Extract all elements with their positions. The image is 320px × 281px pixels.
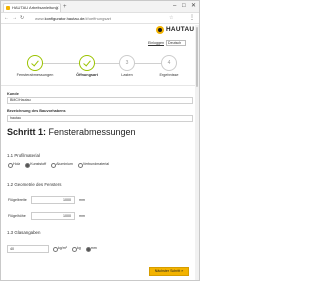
glas-radio-group: kg/m² kg mm (53, 246, 101, 252)
bauvorhaben-value: hautau (10, 116, 21, 120)
glas-heading: 1.3 Glasangaben (7, 230, 41, 235)
url-field[interactable]: www.konfigurator.hautau.de/#/oeffnungsar… (35, 15, 165, 22)
kunde-value: BMC/Hautau (10, 98, 31, 102)
back-icon[interactable]: ← (4, 15, 9, 22)
reload-icon[interactable]: ↻ (20, 15, 24, 22)
favicon-icon (6, 6, 10, 10)
radio-verbundmaterial[interactable]: Verbundmaterial (77, 162, 109, 168)
address-bar: ← → ↻ www.konfigurator.hautau.de/#/oeffn… (1, 13, 199, 24)
step-4-circle: 4 (161, 55, 177, 71)
stepper-track (33, 63, 168, 64)
kunde-label: Kunde (7, 92, 19, 96)
step-3-circle: 3 (119, 55, 135, 71)
radio-aluminium[interactable]: Aluminium (51, 162, 73, 168)
step-4-number: 4 (167, 60, 171, 66)
step-4-label: Ergebnisse (159, 73, 179, 77)
fluegelhoehe-input[interactable]: 1000 (31, 212, 75, 220)
radio-kg-m2[interactable]: kg/m² (53, 246, 67, 252)
radio-kg[interactable]: kg (71, 246, 81, 252)
language-select[interactable]: Deutsch (166, 40, 186, 46)
fluegelbreite-value: 1000 (63, 198, 71, 202)
step-1-label: Fensterabmessungen (16, 73, 54, 77)
step-title-text: Fensterabmessungen (46, 127, 136, 137)
step-3-label: Lasten (121, 73, 133, 77)
url-prefix: www. (35, 16, 45, 21)
divider (1, 85, 199, 86)
close-tab-icon[interactable]: ✕ (56, 4, 59, 12)
url-domain: konfigurator.hautau.de (44, 16, 85, 21)
step-2-label: Öffnungsart (76, 73, 98, 77)
radio-mm[interactable]: mm (85, 246, 97, 252)
fluegelbreite-unit: mm (79, 198, 85, 202)
kunde-field[interactable]: BMC/Hautau (7, 97, 193, 104)
login-link-label: Einloggen (148, 41, 164, 45)
maximize-icon[interactable]: □ (182, 2, 186, 10)
fluegelhoehe-value: 1000 (63, 214, 71, 218)
language-value: Deutsch (168, 41, 182, 45)
bauvorhaben-label: Bezeichnung des Bauvorhabens (7, 109, 66, 113)
login-link[interactable]: Einloggen (148, 40, 164, 47)
step-title-prefix: Schritt 1: (7, 127, 47, 137)
brand-logo[interactable]: HAUTAU (156, 26, 194, 34)
browser-tab[interactable]: HAUTAU Arbeitsanleitung ✕ (3, 3, 61, 12)
glas-input[interactable]: 40 (7, 245, 49, 253)
url-path: /#/oeffnungsart (84, 16, 111, 21)
browser-menu-icon[interactable]: ⋮ (189, 14, 195, 22)
forward-icon[interactable]: → (12, 15, 17, 22)
fluegelbreite-label: Flügelbreite (8, 198, 27, 202)
step-2-circle (79, 55, 95, 71)
title-bar: HAUTAU Arbeitsanleitung ✕ + – □ ✕ (1, 1, 199, 13)
next-step-button[interactable]: Nächster Schritt » (149, 267, 189, 276)
hautau-logo-icon (156, 26, 164, 34)
profil-heading: 1.1 Profilmaterial (7, 153, 40, 158)
glas-value: 40 (10, 247, 14, 251)
new-tab-icon[interactable]: + (63, 4, 67, 10)
geometrie-heading: 1.2 Geometrie des Fensters (7, 182, 62, 187)
radio-holz[interactable]: Holz (8, 162, 20, 168)
step-3-number: 3 (125, 60, 129, 66)
fluegelhoehe-label: Flügelhöhe (8, 214, 26, 218)
brand-name: HAUTAU (166, 26, 195, 33)
step-1-circle (27, 55, 43, 71)
scrollbar-thumb[interactable] (196, 27, 198, 87)
bookmark-star-icon[interactable]: ☆ (169, 15, 173, 22)
step-title: Schritt 1: Fensterabmessungen (7, 127, 136, 138)
minimize-icon[interactable]: – (173, 2, 176, 10)
bauvorhaben-field[interactable]: hautau (7, 115, 193, 122)
close-window-icon[interactable]: ✕ (191, 2, 196, 10)
tab-title: HAUTAU Arbeitsanleitung (12, 5, 58, 10)
radio-kunststoff[interactable]: Kunststoff (25, 162, 46, 168)
fluegelhoehe-unit: mm (79, 214, 85, 218)
profil-radio-group: Holz Kunststoff Aluminium Verbundmateria… (8, 162, 113, 168)
browser-window: HAUTAU Arbeitsanleitung ✕ + – □ ✕ ← → ↻ … (0, 0, 200, 281)
fluegelbreite-input[interactable]: 1000 (31, 196, 75, 204)
